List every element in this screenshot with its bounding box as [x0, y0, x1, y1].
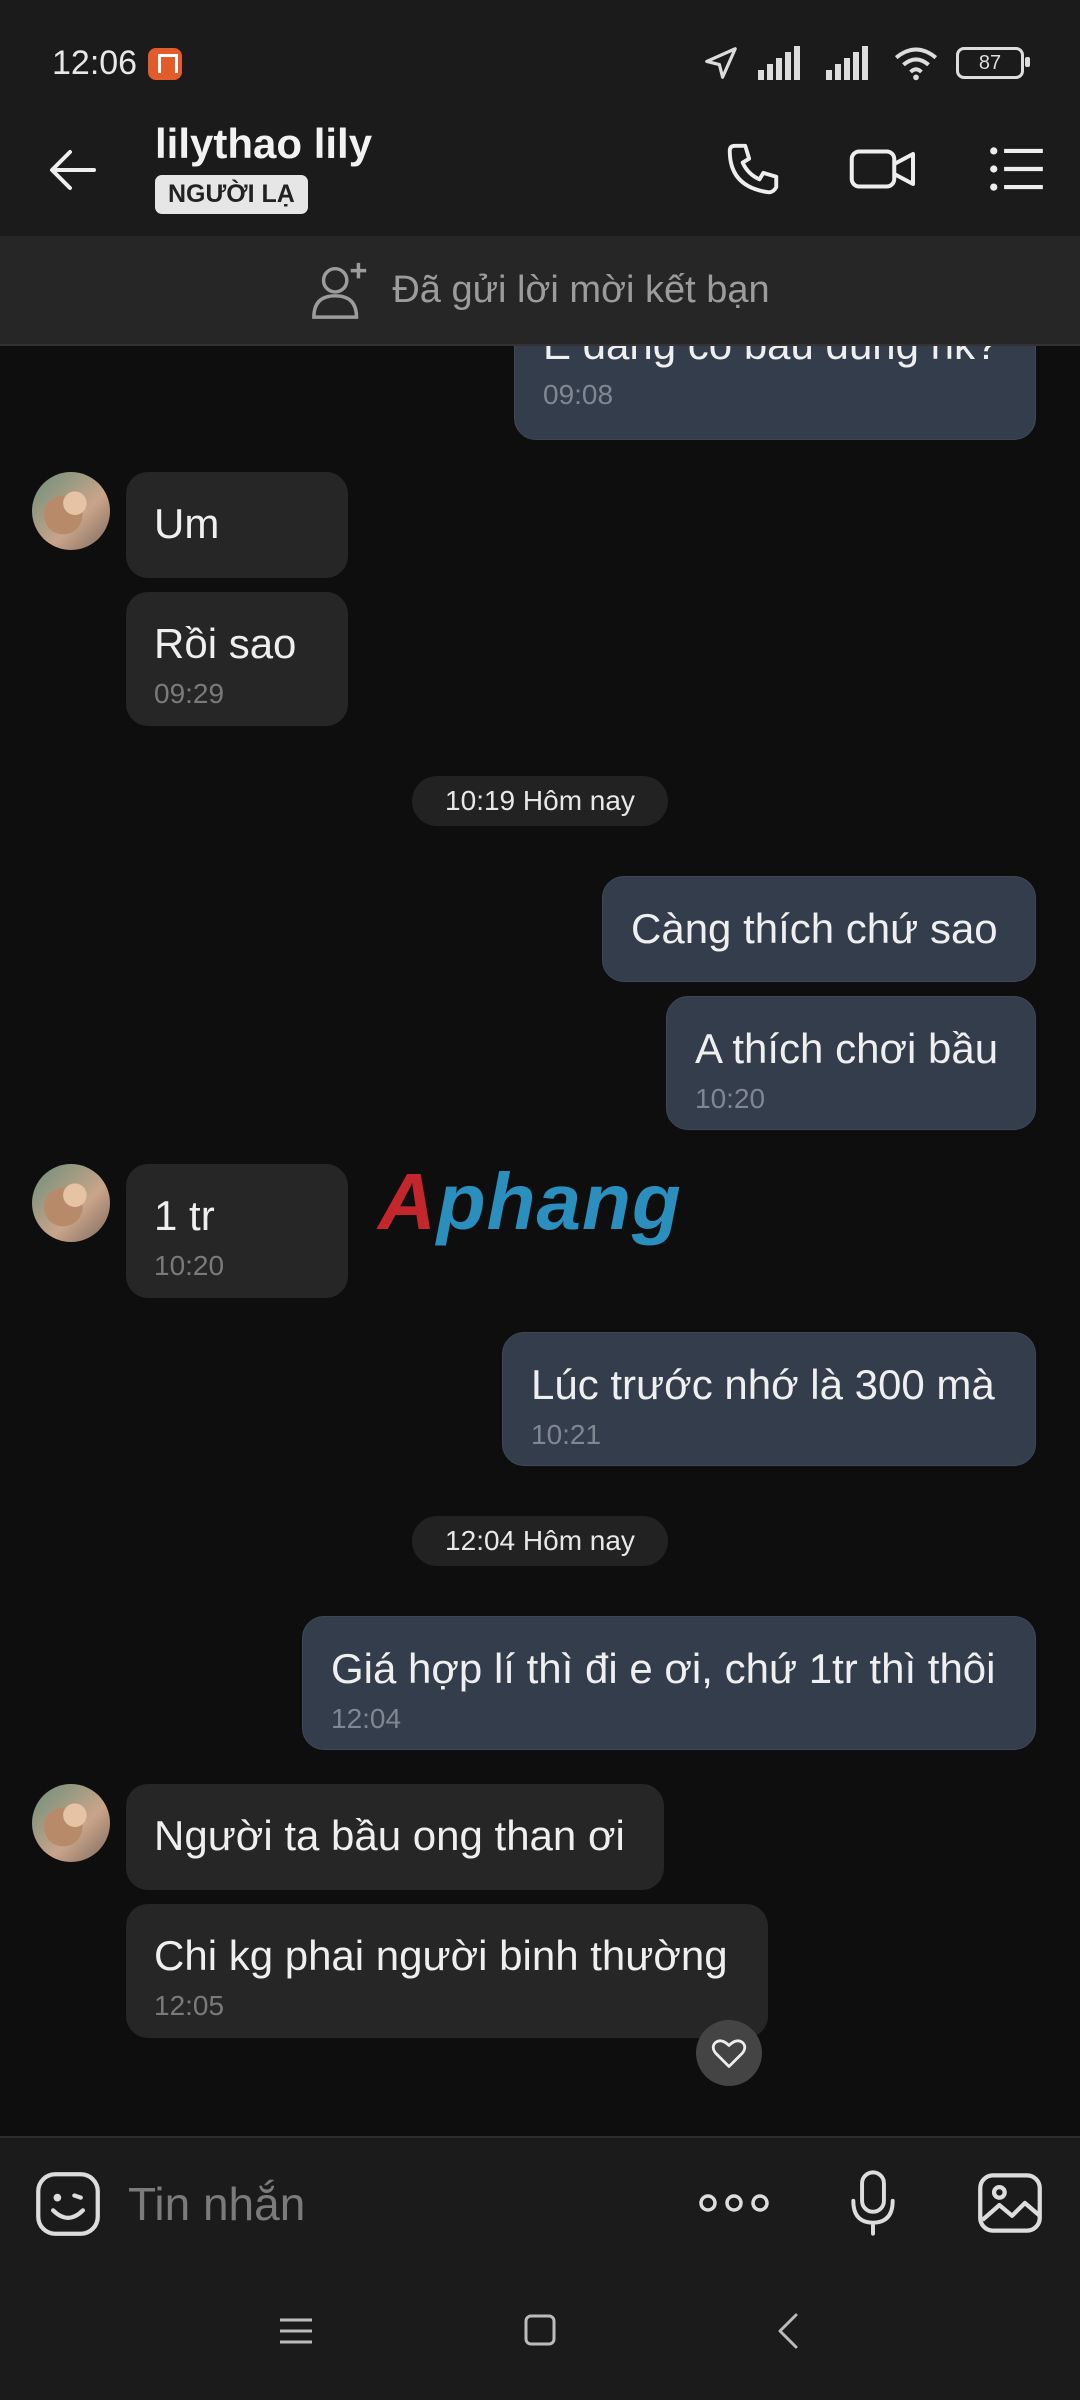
chat-header: lilythao lily NGƯỜI LẠ — [0, 102, 1080, 236]
message-bubble-sent[interactable]: Giá hợp lí thì đi e ơi, chứ 1tr thì thôi… — [302, 1616, 1036, 1750]
system-nav-bar — [0, 2268, 1080, 2400]
friend-request-text: Đã gửi lời mời kết bạn — [392, 268, 770, 311]
react-heart-button[interactable] — [696, 2020, 762, 2086]
message-time: 10:20 — [695, 1083, 766, 1114]
status-time: 12:06 — [52, 44, 138, 82]
status-bar: 12:06 87 — [0, 0, 1080, 102]
date-separator: 10:19 Hôm nay — [412, 776, 668, 826]
more-options-icon[interactable] — [696, 2186, 772, 2220]
stranger-badge: NGƯỜI LẠ — [155, 175, 308, 214]
image-gallery-icon[interactable] — [976, 2170, 1044, 2236]
message-bubble-sent[interactable]: A thích chơi bầu 10:20 — [666, 996, 1036, 1130]
message-bubble-sent[interactable]: Càng thích chứ sao — [602, 876, 1036, 982]
contact-avatar[interactable] — [32, 1164, 110, 1242]
phone-call-icon[interactable] — [720, 138, 786, 200]
message-text: A thích chơi bầu — [695, 1025, 999, 1072]
friend-request-bar: Đã gửi lời mời kết bạn — [0, 236, 1080, 346]
message-text: Càng thích chứ sao — [631, 905, 998, 952]
sticker-emoji-icon[interactable] — [34, 2170, 102, 2238]
heart-icon — [711, 2039, 747, 2068]
message-time: 09:08 — [543, 379, 614, 410]
contact-avatar[interactable] — [32, 1784, 110, 1862]
message-bubble-sent[interactable]: E đang có bầu đúng hk? 09:08 — [514, 346, 1036, 440]
signal-icon — [758, 46, 800, 80]
home-icon[interactable] — [524, 2314, 556, 2346]
message-text: E đang có bầu đúng hk? — [543, 346, 1007, 369]
message-text: Um — [154, 500, 220, 547]
message-text: Giá hợp lí thì đi e ơi, chứ 1tr thì thôi — [331, 1645, 996, 1692]
message-text: Chi kg phai người binh thường — [154, 1932, 728, 1979]
contact-avatar[interactable] — [32, 472, 110, 550]
status-icons: 87 — [702, 44, 1030, 82]
battery-icon: 87 — [956, 47, 1030, 79]
location-icon — [705, 47, 737, 79]
battery-level: 87 — [978, 51, 1002, 74]
back-arrow-icon[interactable] — [44, 140, 104, 200]
signal-icon-2 — [826, 46, 868, 80]
message-input[interactable] — [126, 2176, 630, 2232]
message-text: Người ta bầu ong than ơi — [154, 1812, 625, 1859]
menu-list-icon[interactable] — [984, 138, 1050, 200]
message-text: 1 tr — [154, 1192, 215, 1239]
wifi-icon — [894, 47, 938, 81]
app-notification-icon — [148, 48, 182, 80]
nav-back-icon[interactable] — [776, 2312, 800, 2350]
add-friend-icon — [312, 262, 367, 319]
message-bubble-received[interactable]: Chi kg phai người binh thường 12:05 — [126, 1904, 768, 2038]
message-list[interactable]: E đang có bầu đúng hk? 09:08 Um Rồi sao … — [0, 346, 1080, 2136]
watermark-logo: Aphang — [378, 1157, 682, 1246]
date-separator: 12:04 Hôm nay — [412, 1516, 668, 1566]
contact-name[interactable]: lilythao lily — [155, 120, 372, 168]
message-bubble-received[interactable]: Người ta bầu ong than ơi — [126, 1784, 664, 1890]
message-text: Rồi sao — [154, 620, 297, 667]
message-time: 10:21 — [531, 1419, 602, 1450]
message-bubble-received[interactable]: Um — [126, 472, 348, 578]
recent-apps-icon[interactable] — [278, 2316, 314, 2346]
message-text: Lúc trước nhớ là 300 mà — [531, 1361, 995, 1408]
video-call-icon[interactable] — [848, 138, 918, 200]
message-time: 10:20 — [154, 1250, 225, 1281]
message-time: 09:29 — [154, 678, 225, 709]
message-bubble-received[interactable]: 1 tr 10:20 — [126, 1164, 348, 1298]
message-time: 12:05 — [154, 1990, 225, 2021]
message-bubble-sent[interactable]: Lúc trước nhớ là 300 mà 10:21 — [502, 1332, 1036, 1466]
message-composer — [0, 2136, 1080, 2270]
microphone-icon[interactable] — [846, 2168, 900, 2238]
message-bubble-received[interactable]: Rồi sao 09:29 — [126, 592, 348, 726]
message-time: 12:04 — [331, 1703, 402, 1734]
